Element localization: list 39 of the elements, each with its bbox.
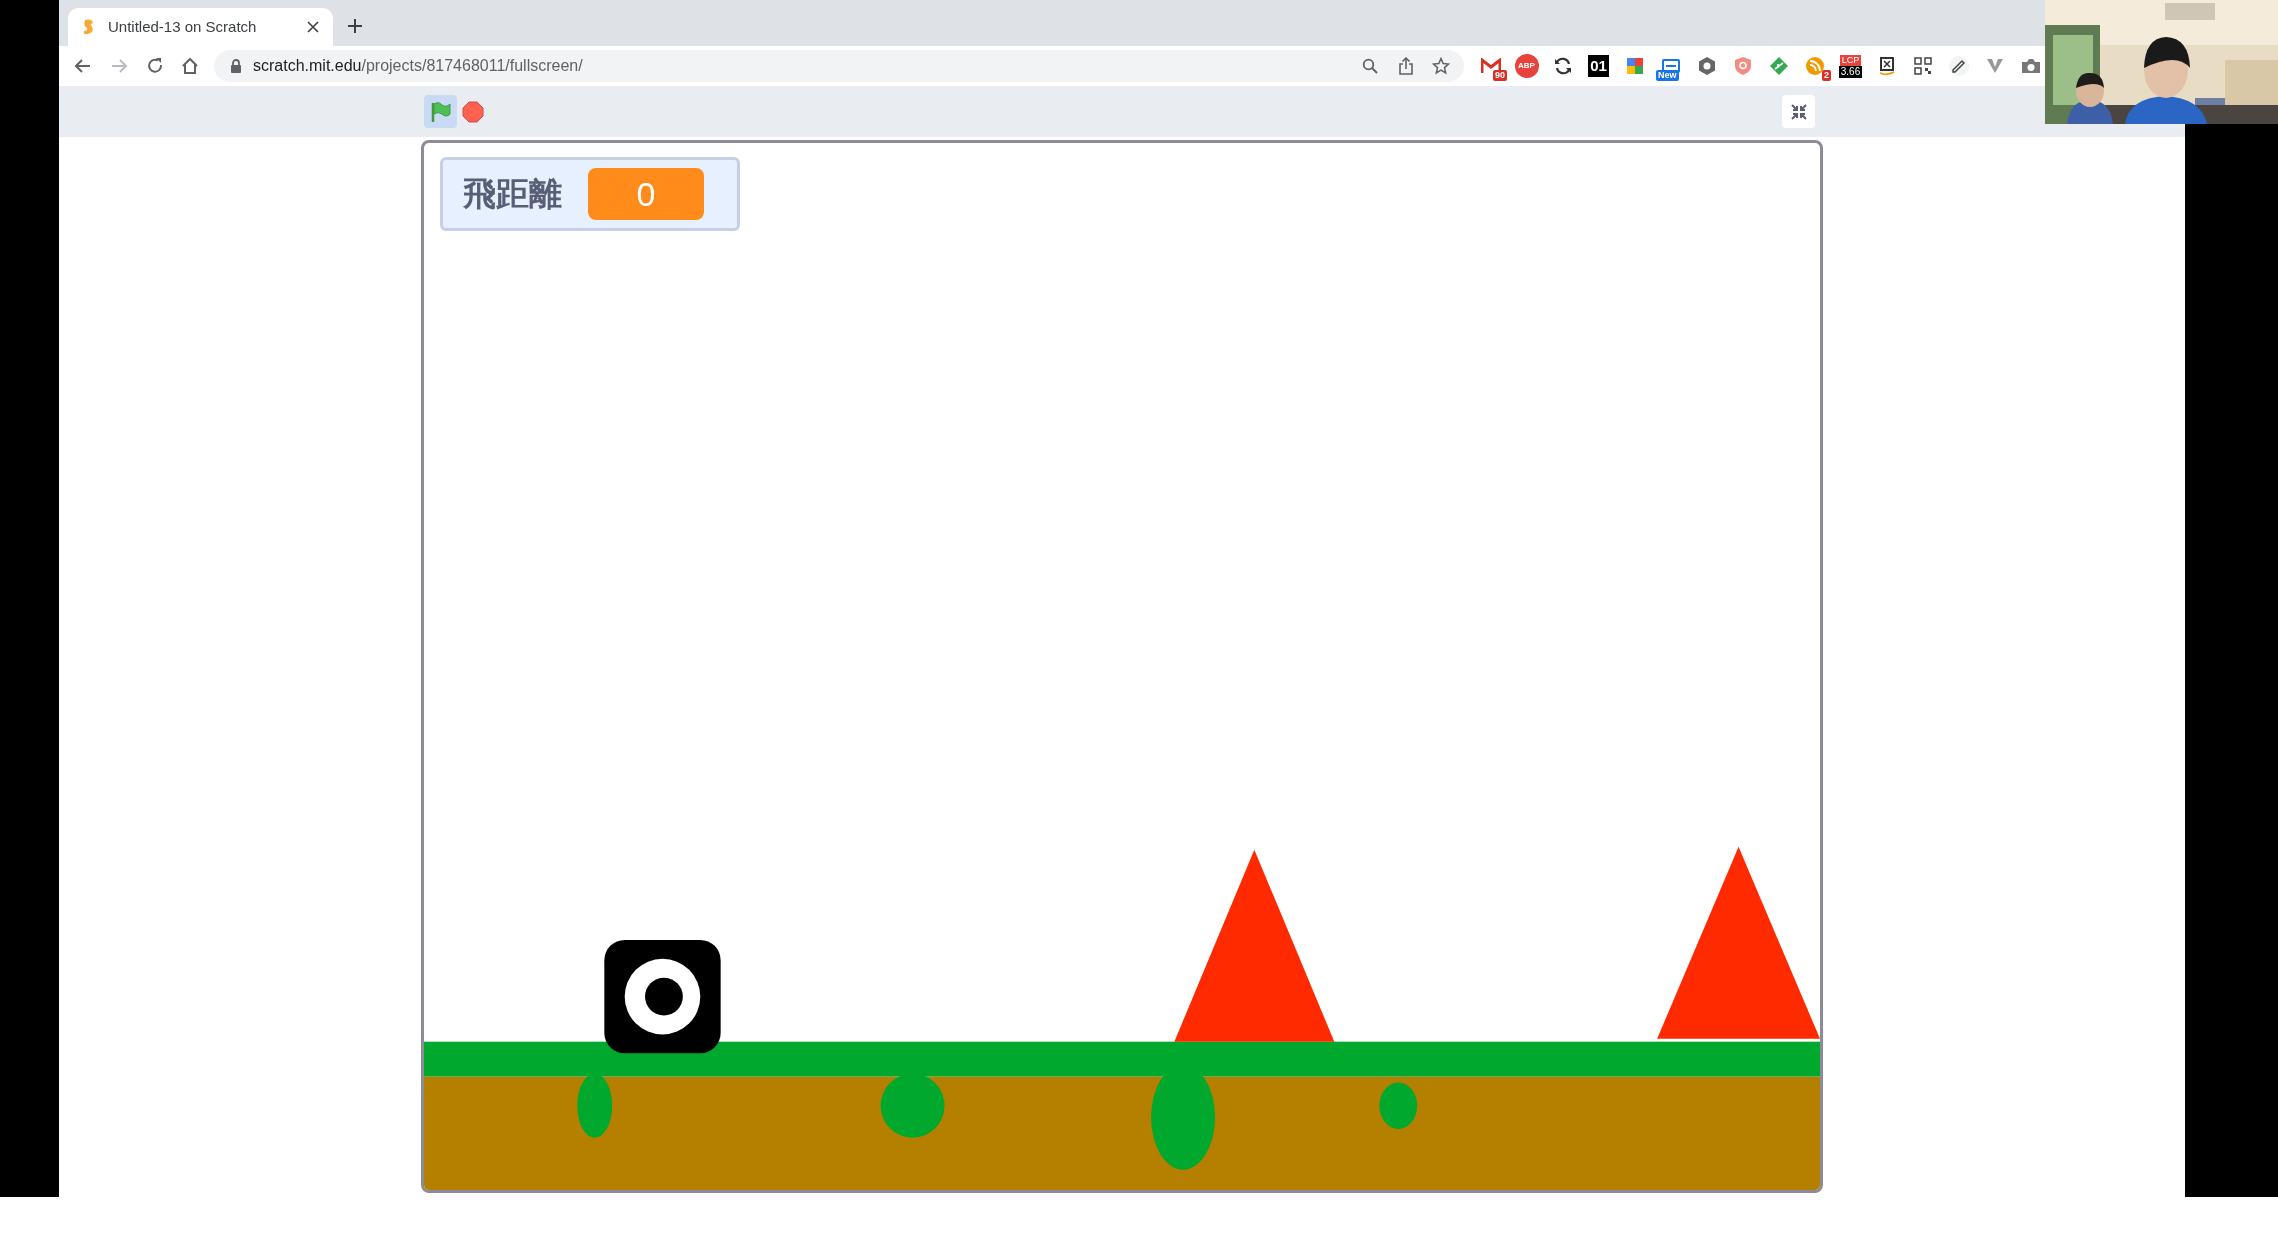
extension-button[interactable]: LCP 3.66: [1836, 51, 1865, 81]
shield-icon: [1733, 56, 1752, 76]
feed-icon: [1804, 56, 1825, 76]
sync-icon: [1552, 56, 1573, 76]
variable-name: 飛距離: [463, 174, 562, 215]
mail-icon: [1480, 58, 1501, 74]
run-button[interactable]: [424, 95, 457, 128]
home-icon[interactable]: [180, 56, 200, 76]
url-text: scratch.mit.edu/projects/817468011/fullscreen/: [253, 56, 584, 76]
stop-sign-icon: [462, 100, 484, 123]
reload-icon[interactable]: [145, 56, 165, 76]
shrink-icon: [1789, 102, 1808, 121]
address-bar[interactable]: scratch.mit.edu/projects/817468011/fullscreen/: [214, 50, 1464, 82]
qr-code-icon: [1913, 57, 1932, 75]
count-badge: 2: [1822, 70, 1831, 81]
extension-button[interactable]: New: [1656, 51, 1685, 81]
new-tab-icon[interactable]: [347, 18, 363, 34]
tab-title: Untitled-13 on Scratch: [108, 16, 258, 37]
hexagon-icon: [1696, 56, 1717, 76]
v-shape-icon: [1985, 58, 2004, 74]
browser-tab[interactable]: Untitled-13 on Scratch: [68, 8, 333, 46]
count-badge: 90: [1493, 70, 1507, 81]
variable-value: 0: [588, 168, 704, 220]
lock-icon: [230, 58, 242, 74]
count-badge: New: [1656, 70, 1679, 81]
exit-fullscreen-button[interactable]: [1782, 95, 1815, 128]
flag-icon: [429, 100, 452, 123]
lcp-label: LCP: [1839, 54, 1862, 66]
share-icon[interactable]: [1398, 57, 1414, 75]
extension-button[interactable]: 2: [1800, 51, 1829, 81]
colored-squares-icon: [1624, 56, 1645, 76]
search-icon[interactable]: [1362, 58, 1378, 74]
extension-button[interactable]: 90: [1476, 51, 1505, 81]
stop-button[interactable]: [461, 99, 485, 124]
pen-icon: [1947, 55, 1970, 77]
window-icon: [1659, 59, 1682, 73]
star-icon[interactable]: [1432, 57, 1450, 75]
camera-icon: [2020, 58, 2041, 74]
close-icon[interactable]: [307, 21, 319, 33]
